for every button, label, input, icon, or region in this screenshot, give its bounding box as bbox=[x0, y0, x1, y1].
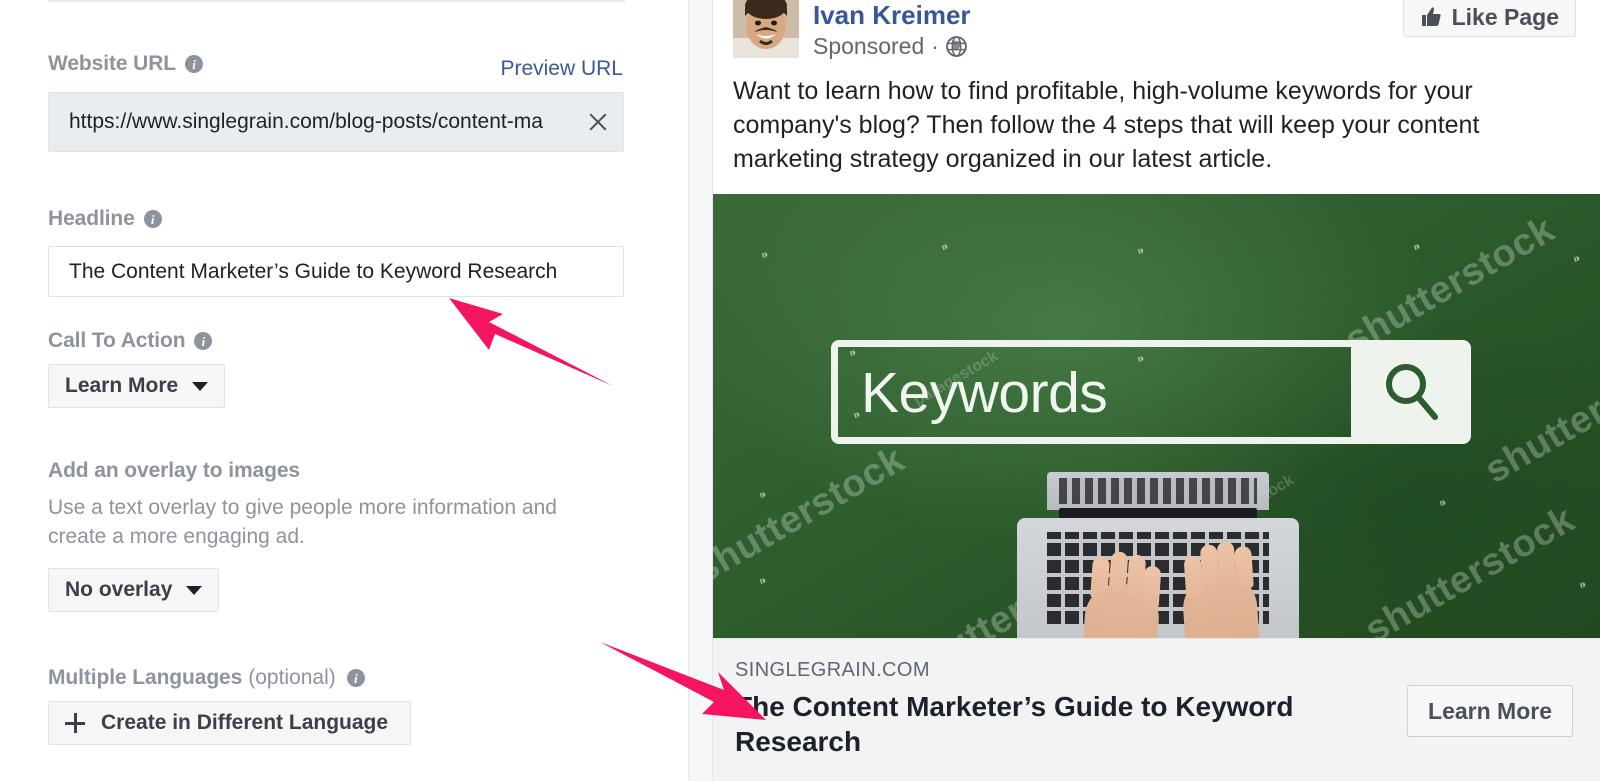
section-divider bbox=[48, 0, 625, 2]
plus-icon bbox=[65, 713, 85, 733]
hand-right bbox=[1180, 540, 1264, 638]
website-url-input[interactable]: https://www.singlegrain.com/blog-posts/c… bbox=[48, 92, 624, 152]
magnifier-icon bbox=[1386, 364, 1438, 420]
info-icon[interactable]: i bbox=[143, 210, 162, 228]
create-in-different-language-button[interactable]: Create in Different Language bbox=[48, 701, 412, 745]
ad-header: Ivan Kreimer Sponsored · Like Page Want … bbox=[713, 0, 1600, 190]
ad-display-domain: SINGLEGRAIN.COM bbox=[735, 659, 930, 681]
separator-dot: · bbox=[931, 33, 939, 59]
avatar[interactable] bbox=[733, 0, 799, 58]
ad-creative-image[interactable]: ⁍ ⁍ ⁍ ⁍ ⁍ ⁍ ⁍ ⁍ ⁍ ⁍ ⁍ ⁍ ⁍ ⁍ shutterstock… bbox=[713, 194, 1600, 638]
headline-label: Headline bbox=[48, 207, 135, 230]
headline-label-row: Headline i bbox=[48, 207, 162, 231]
overlay-label-row: Add an overlay to images bbox=[48, 459, 300, 483]
headline-input[interactable]: The Content Marketer’s Guide to Keyword … bbox=[48, 246, 624, 297]
panel-divider bbox=[688, 0, 689, 781]
laptop-lid bbox=[1047, 472, 1269, 510]
page-name-link[interactable]: Ivan Kreimer bbox=[813, 0, 971, 31]
like-page-button[interactable]: Like Page bbox=[1402, 0, 1576, 37]
create-in-different-language-label: Create in Different Language bbox=[101, 711, 389, 734]
overlay-label: Add an overlay to images bbox=[48, 459, 301, 482]
close-icon[interactable] bbox=[587, 111, 609, 133]
overlay-dropdown[interactable]: No overlay bbox=[48, 568, 220, 612]
ad-headline: The Content Marketer’s Guide to Keyword … bbox=[735, 691, 1294, 757]
search-bar-graphic: Keywords bbox=[831, 340, 1471, 444]
info-icon[interactable]: i bbox=[346, 669, 365, 687]
ad-cta-button[interactable]: Learn More bbox=[1407, 685, 1573, 737]
call-to-action-selected-value: Learn More bbox=[65, 374, 179, 397]
multiple-languages-optional-text: (optional) bbox=[248, 666, 336, 689]
hand-left bbox=[1078, 551, 1162, 638]
globe-icon bbox=[946, 36, 967, 57]
laptop-lid-detail bbox=[1059, 478, 1257, 504]
ad-cta-label: Learn More bbox=[1428, 697, 1552, 724]
facebook-ad-preview-card: Ivan Kreimer Sponsored · Like Page Want … bbox=[712, 0, 1600, 781]
multiple-languages-label: Multiple Languages bbox=[48, 666, 243, 689]
info-icon[interactable]: i bbox=[185, 55, 204, 73]
avatar-photo bbox=[733, 0, 799, 58]
overlay-selected-value: No overlay bbox=[65, 578, 173, 601]
multiple-languages-label-row: Multiple Languages (optional) i bbox=[48, 666, 365, 690]
laptop-illustration bbox=[1003, 472, 1313, 638]
thumbs-up-icon bbox=[1421, 7, 1441, 27]
ad-creative-form-panel: Website URL i Preview URL https://www.si… bbox=[0, 0, 688, 781]
headline-value: The Content Marketer’s Guide to Keyword … bbox=[69, 259, 558, 283]
laptop-base bbox=[1017, 518, 1299, 638]
website-url-label-row: Website URL i bbox=[48, 52, 204, 76]
info-icon[interactable]: i bbox=[194, 332, 213, 350]
search-bar-text: Keywords bbox=[861, 361, 1108, 425]
like-page-label: Like Page bbox=[1451, 3, 1559, 30]
chevron-down-icon bbox=[186, 585, 203, 595]
search-button-box bbox=[1351, 340, 1471, 444]
preview-url-link[interactable]: Preview URL bbox=[500, 57, 623, 81]
ad-link-caption-area: SINGLEGRAIN.COM The Content Marketer’s G… bbox=[713, 638, 1600, 781]
ad-body-text: Want to learn how to find profitable, hi… bbox=[733, 77, 1480, 173]
sponsored-label: Sponsored bbox=[813, 33, 925, 59]
call-to-action-label: Call To Action bbox=[48, 329, 186, 352]
call-to-action-label-row: Call To Action i bbox=[48, 329, 213, 353]
chevron-down-icon bbox=[192, 381, 209, 391]
sponsored-row: Sponsored · bbox=[813, 33, 967, 60]
screenshot-root: Website URL i Preview URL https://www.si… bbox=[0, 0, 1600, 781]
overlay-description: Use a text overlay to give people more i… bbox=[48, 496, 557, 548]
website-url-label: Website URL bbox=[48, 52, 177, 75]
call-to-action-dropdown[interactable]: Learn More bbox=[48, 364, 226, 408]
website-url-value: https://www.singlegrain.com/blog-posts/c… bbox=[69, 110, 543, 133]
